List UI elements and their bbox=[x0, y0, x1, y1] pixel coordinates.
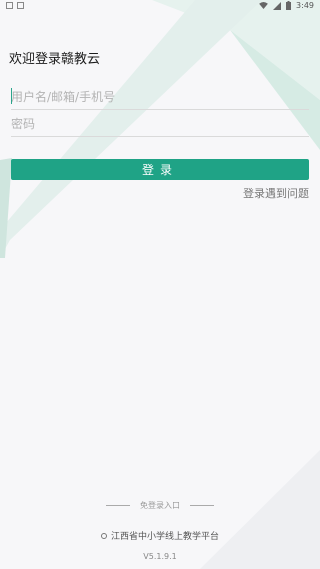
divider-line bbox=[190, 505, 214, 506]
login-help-link[interactable]: 登录遇到问题 bbox=[243, 185, 309, 201]
wifi-icon bbox=[259, 2, 268, 9]
free-login-entry[interactable]: 免登录入口 bbox=[140, 500, 180, 511]
free-login-divider[interactable]: 免登录入口 bbox=[0, 500, 320, 511]
username-field[interactable] bbox=[11, 85, 309, 110]
username-input[interactable] bbox=[11, 85, 309, 109]
welcome-heading: 欢迎登录赣教云 bbox=[9, 52, 101, 67]
status-bar: 3:49 bbox=[0, 0, 320, 14]
notification-icon bbox=[17, 2, 24, 9]
login-button[interactable]: 登录 bbox=[11, 159, 309, 180]
circle-icon bbox=[100, 532, 107, 539]
password-field[interactable] bbox=[11, 112, 309, 137]
divider-line bbox=[106, 505, 130, 506]
status-time: 3:49 bbox=[296, 1, 314, 10]
signal-icon bbox=[273, 1, 282, 10]
battery-icon bbox=[286, 1, 292, 10]
password-input[interactable] bbox=[11, 112, 309, 136]
text-cursor bbox=[11, 88, 12, 104]
platform-name: 江西省中小学线上教学平台 bbox=[110, 532, 219, 542]
notification-icons bbox=[6, 2, 24, 9]
platform-info: 江西省中小学线上教学平台 bbox=[0, 529, 320, 542]
app-version: V5.1.9.1 bbox=[143, 552, 177, 561]
notification-icon bbox=[6, 2, 13, 9]
